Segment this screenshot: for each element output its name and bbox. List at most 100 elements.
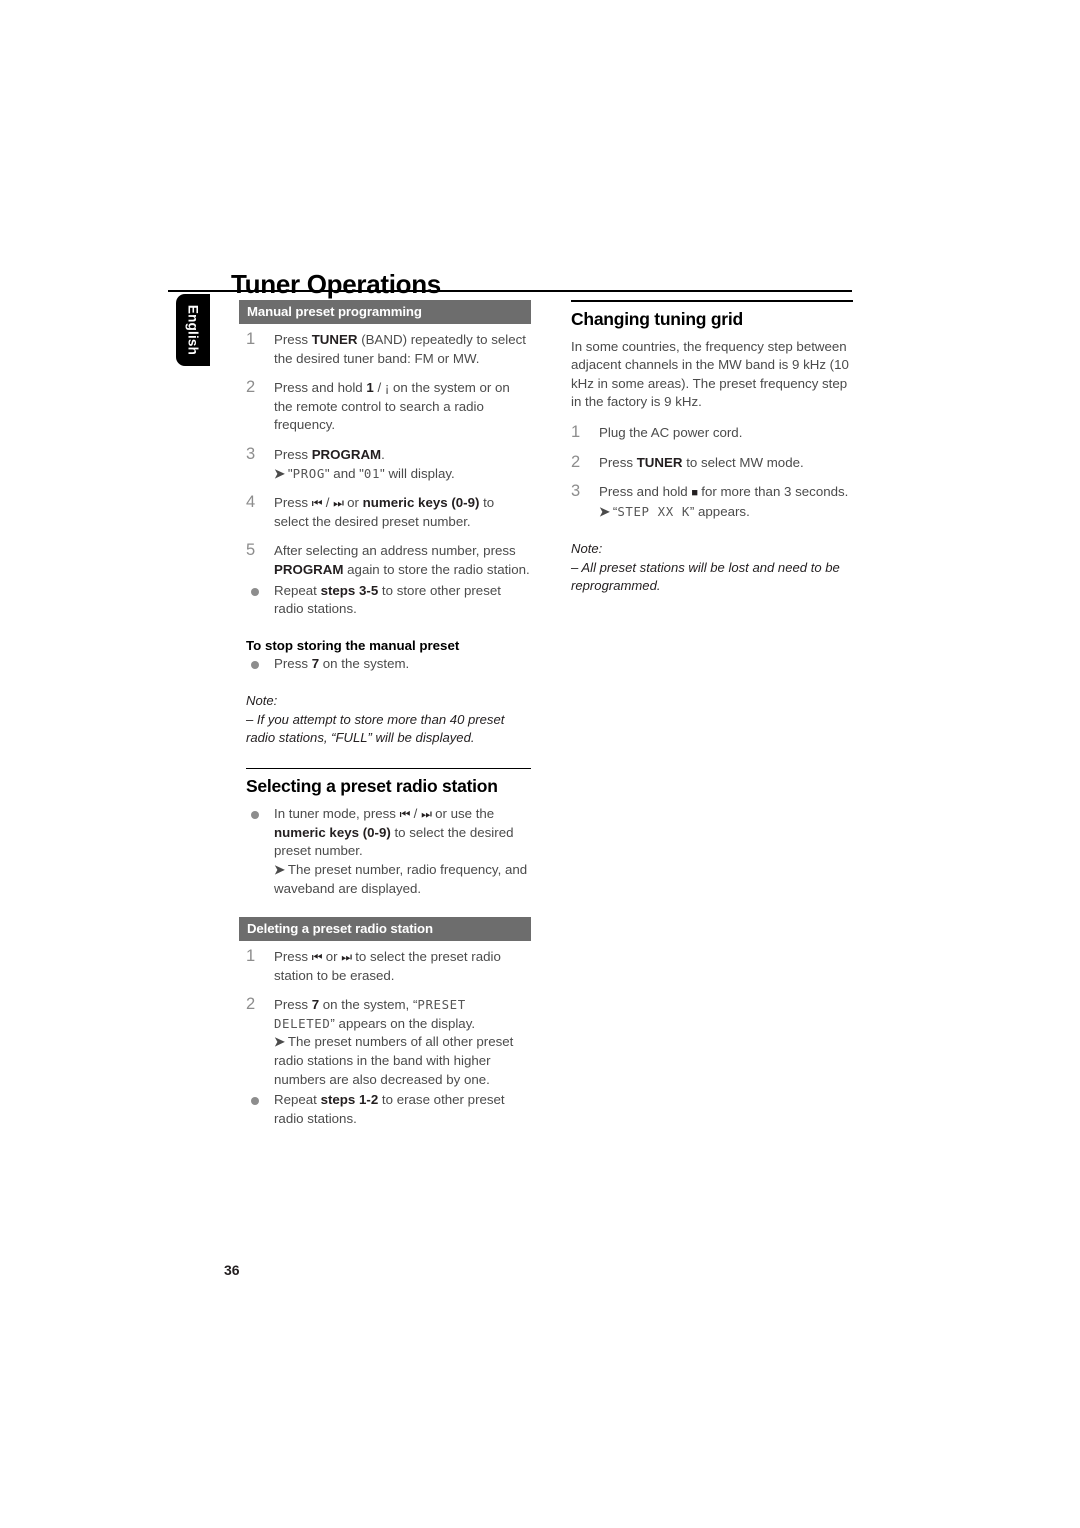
bullet-dot-icon [251, 811, 259, 820]
plain-text: or [322, 949, 342, 965]
step-text: Press TUNER to select MW mode. [599, 455, 804, 470]
step-text: Press and hold 1 / ¡ on the system or on… [274, 380, 510, 432]
emphasis-text: TUNER [636, 454, 683, 470]
step-number: 3 [246, 444, 256, 463]
section-divider-rule [571, 300, 853, 302]
bullet-text: In tuner mode, press ⏮ / ⏭ or use the nu… [274, 806, 513, 858]
note-body: – All preset stations will be lost and n… [571, 559, 840, 594]
plain-text: on the system, “ [319, 997, 418, 1013]
plain-text: Press [274, 446, 312, 462]
step-item: 2 Press TUNER to select MW mode. [571, 453, 853, 473]
step-number: 1 [571, 422, 581, 441]
step-item: 3 Press and hold ■ for more than 3 secon… [571, 482, 853, 522]
page-number: 36 [224, 1262, 240, 1278]
changing-grid-intro: In some countries, the frequency step be… [571, 338, 849, 410]
plain-text: or use the [431, 806, 495, 822]
step-item: 1 Press TUNER (BAND) repeatedly to selec… [246, 330, 531, 368]
plain-text: " will display. [380, 465, 455, 481]
note-changing-grid: Note: – All preset stations will be lost… [571, 540, 853, 595]
left-column: Manual preset programming 1 Press TUNER … [239, 300, 531, 1139]
lcd-display-text: STEP XX K [617, 503, 690, 519]
emphasis-text: 7 [311, 997, 320, 1013]
plain-text: again to store the radio station. [343, 561, 530, 577]
plain-text: / [373, 380, 385, 396]
note-label: Note: [246, 693, 278, 709]
section-heading-manual-preset: Manual preset programming [239, 300, 531, 324]
plain-text: " and " [324, 465, 364, 481]
bullet-item: In tuner mode, press ⏮ / ⏭ or use the nu… [246, 805, 531, 898]
step-item: 1 Plug the AC power cord. [571, 422, 853, 443]
note-label: Note: [571, 541, 603, 557]
bullet-item: Press 7 on the system. [246, 655, 531, 674]
bullet-item: Repeat steps 1-2 to erase other preset r… [246, 1091, 531, 1128]
arrow-right-icon: ➤ [599, 503, 610, 519]
plain-text: or [343, 495, 363, 511]
plain-text: Press and hold [274, 380, 367, 396]
emphasis-text: TUNER [311, 332, 358, 347]
result-line: ➤ The preset number, radio frequency, and… [274, 861, 531, 898]
step-text: After selecting an address number, press… [274, 543, 530, 577]
plain-text: After selecting an address number, press [274, 543, 516, 559]
plain-text: . [381, 446, 385, 462]
language-tab: English [176, 294, 210, 366]
plain-text: Plug the AC power cord. [599, 424, 743, 440]
arrow-right-icon: ➤ [274, 465, 285, 481]
plain-text: Press [274, 495, 312, 511]
transport-glyph-icon: ⏭ [341, 950, 352, 965]
language-tab-label: English [185, 304, 201, 356]
step-text: Plug the AC power cord. [599, 425, 742, 440]
step-number: 1 [246, 947, 256, 966]
section-heading-changing-grid: Changing tuning grid [571, 308, 743, 329]
step-number: 3 [571, 482, 581, 501]
result-text: The preset number, radio frequency, and … [274, 862, 527, 896]
step-result-line: ➤ The preset numbers of all other preset … [274, 1033, 531, 1089]
emphasis-text: numeric keys (0-9) [362, 495, 480, 511]
plain-text: Press [599, 454, 637, 470]
step-result-line: ➤ “STEP XX K” appears. [599, 503, 853, 522]
bullet-text: Press 7 on the system. [274, 656, 409, 671]
emphasis-text: 7 [311, 655, 320, 671]
document-page: Tuner Operations English Manual preset p… [0, 0, 1080, 1528]
right-column: Changing tuning grid In some countries, … [571, 300, 853, 608]
step-number: 4 [246, 493, 256, 512]
step-item: 4 Press ⏮ / ⏭ or numeric keys (0-9) to s… [246, 493, 531, 531]
manual-preset-steps: 1 Press TUNER (BAND) repeatedly to selec… [246, 330, 531, 619]
section-divider-rule [246, 767, 531, 770]
plain-text: Press [274, 655, 312, 671]
transport-glyph-icon: ⏮ [311, 950, 323, 965]
note-manual-preset: Note: – If you attempt to store more tha… [246, 692, 531, 747]
step-item: 3 Press PROGRAM. ➤ "PROG" and "01" will d… [246, 444, 531, 484]
step-number: 2 [246, 378, 256, 397]
step-text: Press TUNER (BAND) repeatedly to select … [274, 332, 526, 366]
bullet-text: Repeat steps 3-5 to store other preset r… [274, 583, 501, 617]
transport-glyph-icon: ⏮ [311, 496, 323, 511]
emphasis-text: PROGRAM [311, 446, 382, 462]
changing-grid-steps: 1 Plug the AC power cord. 2 Press TUNER … [571, 422, 853, 522]
title-divider-rule [168, 290, 852, 292]
plain-text: The preset number, radio frequency, and … [274, 861, 528, 896]
step-item: 2 Press 7 on the system, “PRESET DELETED… [246, 995, 531, 1089]
lcd-display-text: 01 [363, 465, 381, 481]
step-text: Press and hold ■ for more than 3 seconds… [599, 484, 848, 499]
plain-text: Press [274, 332, 312, 347]
step-item: 1 Press ⏮ or ⏭ to select the preset radi… [246, 947, 531, 985]
transport-glyph-icon: ⏭ [333, 496, 344, 511]
step-result-text: The preset numbers of all other preset r… [274, 1034, 513, 1086]
step-result-text: “STEP XX K” appears. [613, 504, 750, 519]
section-heading-selecting-preset: Selecting a preset radio station [246, 776, 498, 797]
emphasis-text: numeric keys (0-9) [274, 824, 391, 840]
step-number: 2 [246, 995, 256, 1014]
plain-text: The preset numbers of all other preset r… [274, 1034, 514, 1087]
plain-text: to select MW mode. [682, 454, 804, 470]
step-number: 5 [246, 541, 256, 560]
step-number: 1 [246, 330, 256, 348]
arrow-right-icon: ➤ [274, 1034, 285, 1050]
bullet-dot-icon [251, 1097, 259, 1106]
lcd-display-text: PROG [292, 465, 325, 481]
subheading-stop-storing: To stop storing the manual preset [246, 637, 460, 653]
arrow-right-icon: ➤ [274, 861, 285, 877]
transport-glyph-icon: ⏭ [421, 807, 432, 822]
bullet-text: Repeat steps 1-2 to erase other preset r… [274, 1092, 505, 1126]
step-result-line: ➤ "PROG" and "01" will display. [274, 465, 531, 484]
plain-text: / [322, 495, 334, 511]
